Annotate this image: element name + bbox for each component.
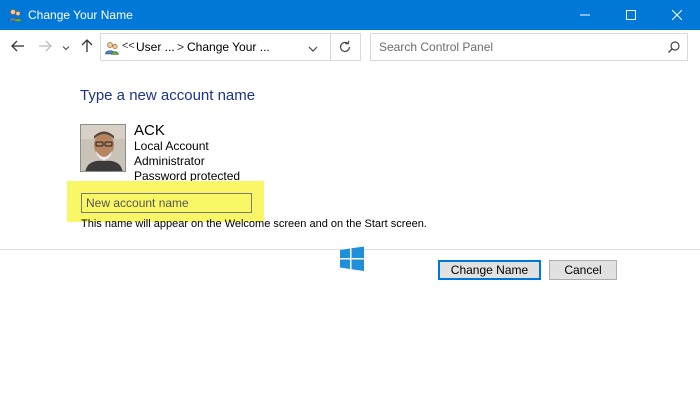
window-title: Change Your Name bbox=[28, 8, 133, 22]
title-bar: Change Your Name bbox=[0, 0, 700, 30]
breadcrumb-separator[interactable]: > bbox=[177, 40, 184, 54]
users-icon bbox=[7, 7, 23, 23]
address-bar[interactable]: << User ... > Change Your ... bbox=[100, 33, 361, 61]
chevron-down-icon[interactable] bbox=[307, 42, 319, 54]
maximize-button[interactable] bbox=[608, 0, 654, 30]
account-role: Administrator bbox=[134, 154, 205, 168]
maximize-icon bbox=[626, 10, 636, 20]
breadcrumb-overflow[interactable]: << bbox=[122, 40, 135, 52]
address-divider bbox=[330, 34, 331, 60]
search-input[interactable] bbox=[371, 34, 659, 60]
minimize-icon bbox=[580, 10, 590, 20]
back-button[interactable] bbox=[9, 39, 27, 57]
hint-text: This name will appear on the Welcome scr… bbox=[81, 218, 427, 230]
forward-arrow-icon bbox=[38, 39, 52, 58]
account-name: ACK bbox=[134, 122, 165, 139]
breadcrumb-item[interactable]: Change Your ... bbox=[187, 40, 270, 54]
page-heading: Type a new account name bbox=[80, 87, 256, 104]
recent-locations-button[interactable] bbox=[60, 39, 72, 57]
navigation-bar: << User ... > Change Your ... bbox=[0, 30, 700, 66]
minimize-button[interactable] bbox=[562, 0, 608, 30]
change-name-button[interactable]: Change Name bbox=[438, 260, 541, 280]
search-icon[interactable] bbox=[667, 40, 681, 54]
control-panel-icon bbox=[104, 40, 120, 56]
search-box[interactable] bbox=[370, 33, 688, 61]
chevron-down-icon bbox=[62, 39, 70, 57]
avatar bbox=[80, 124, 126, 172]
cancel-button[interactable]: Cancel bbox=[549, 260, 617, 280]
refresh-icon[interactable] bbox=[337, 39, 353, 55]
windows-logo-icon bbox=[338, 246, 366, 272]
up-button[interactable] bbox=[78, 38, 96, 58]
back-arrow-icon bbox=[11, 39, 25, 58]
close-button[interactable] bbox=[654, 0, 700, 30]
up-arrow-icon bbox=[80, 38, 94, 58]
breadcrumb-item[interactable]: User ... bbox=[136, 40, 175, 54]
new-account-name-input[interactable] bbox=[81, 193, 252, 213]
account-info: ACK Local Account Administrator Password… bbox=[134, 122, 240, 184]
account-type: Local Account bbox=[134, 139, 209, 153]
close-icon bbox=[672, 10, 682, 20]
forward-button[interactable] bbox=[36, 39, 54, 57]
